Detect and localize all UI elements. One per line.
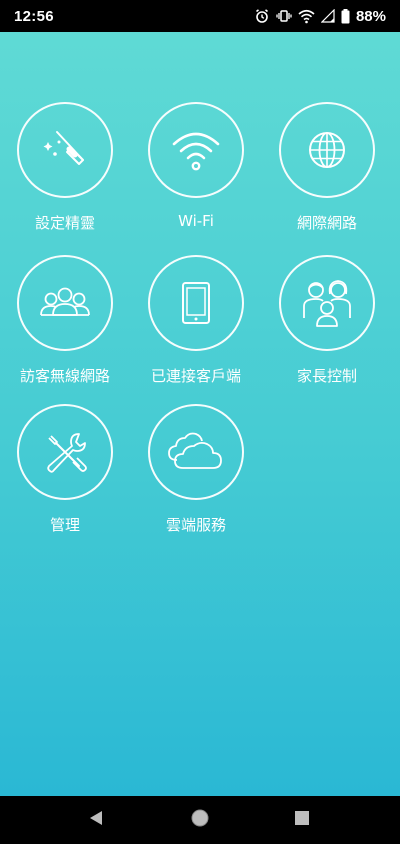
- menu-item-connected-clients[interactable]: 已連接客戶端: [141, 255, 251, 386]
- menu-item-internet[interactable]: 網際網路: [272, 102, 382, 233]
- menu-item-circle: [279, 102, 375, 198]
- tablet-icon: [166, 273, 226, 333]
- menu-item-circle: [279, 255, 375, 351]
- menu-item-label: 家長控制: [296, 367, 357, 385]
- menu-item-wifi[interactable]: Wi-Fi: [141, 102, 251, 230]
- status-icons: 88%: [254, 8, 386, 25]
- guest-users-icon: [33, 273, 97, 333]
- system-nav-bar: [0, 796, 400, 844]
- recents-button[interactable]: [278, 796, 326, 844]
- cloud-icon: [163, 422, 229, 482]
- globe-icon: [297, 120, 357, 180]
- menu-item-label: 網際網路: [296, 214, 357, 232]
- back-button[interactable]: [72, 796, 120, 844]
- menu-item-setup-wizard[interactable]: 設定精靈: [10, 102, 120, 233]
- home-icon: [190, 808, 210, 832]
- back-icon: [88, 810, 104, 830]
- menu-item-circle: [17, 102, 113, 198]
- home-button[interactable]: [176, 796, 224, 844]
- status-bar: 12:56 88%: [0, 0, 400, 32]
- main-menu: 設定精靈 Wi-Fi 網際網路 訪客無線網路 已連接客戶端 家長控制 管理 雲端…: [0, 32, 400, 796]
- menu-item-label: 已連接客戶端: [150, 367, 241, 385]
- wifi-signal-icon: [298, 9, 315, 24]
- battery-percentage: 88%: [355, 7, 386, 25]
- menu-item-label: 訪客無線網路: [19, 367, 110, 385]
- alarm-icon: [254, 8, 270, 24]
- menu-item-circle: [148, 255, 244, 351]
- menu-item-circle: [148, 102, 244, 198]
- tools-icon: [35, 422, 95, 482]
- menu-item-circle: [148, 404, 244, 500]
- recents-icon: [294, 810, 310, 830]
- vibrate-icon: [276, 8, 292, 24]
- menu-item-cloud-service[interactable]: 雲端服務: [141, 404, 251, 535]
- magic-wand-icon: [35, 120, 95, 180]
- menu-item-label: 設定精靈: [34, 214, 95, 232]
- wifi-icon: [166, 120, 226, 180]
- menu-item-management[interactable]: 管理: [10, 404, 120, 535]
- family-icon: [294, 270, 360, 336]
- battery-icon: [341, 8, 350, 24]
- menu-item-guest-wifi[interactable]: 訪客無線網路: [10, 255, 120, 386]
- menu-item-circle: [17, 404, 113, 500]
- cell-signal-icon: [320, 9, 335, 23]
- menu-item-label: 雲端服務: [165, 516, 226, 534]
- menu-item-parental-controls[interactable]: 家長控制: [272, 255, 382, 386]
- status-time: 12:56: [14, 7, 54, 25]
- menu-item-label: Wi-Fi: [178, 212, 214, 230]
- menu-item-label: 管理: [49, 516, 80, 534]
- menu-item-circle: [17, 255, 113, 351]
